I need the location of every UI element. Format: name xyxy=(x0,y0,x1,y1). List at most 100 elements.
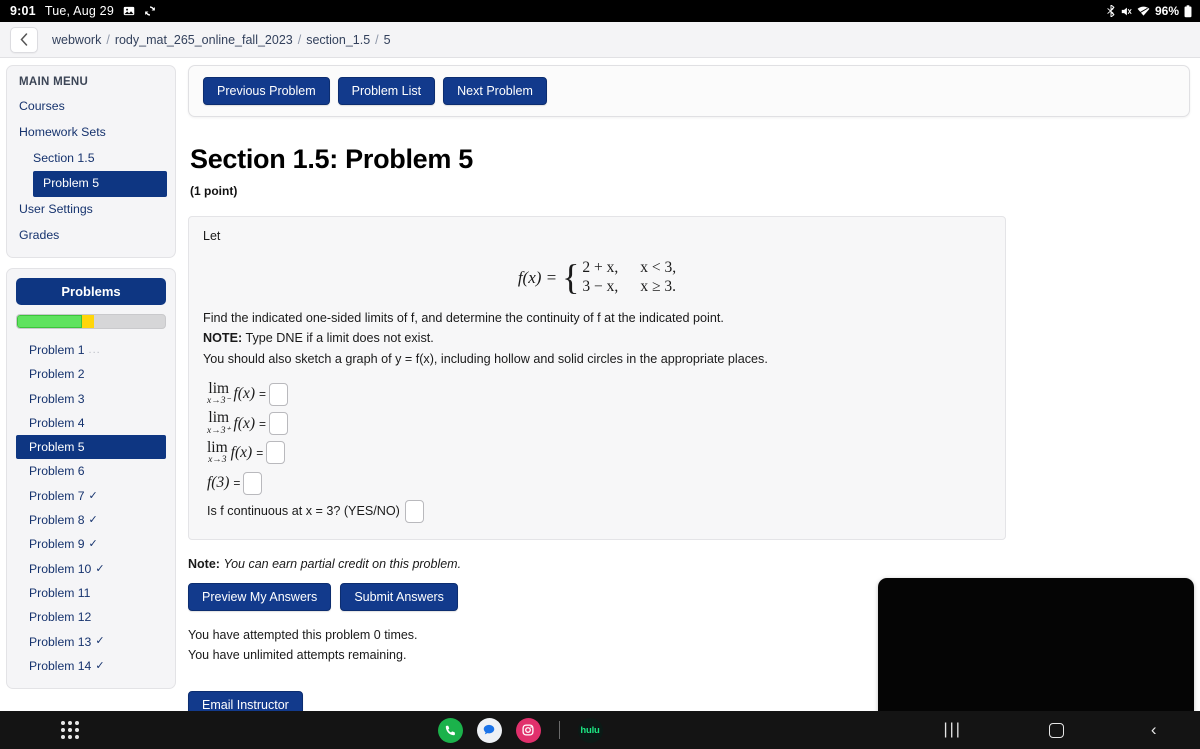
breadcrumb-item-2[interactable]: section_1.5 xyxy=(306,33,370,47)
sidebar-item-problem-5[interactable]: Problem 5 xyxy=(33,171,167,198)
main-menu-heading: MAIN MENU xyxy=(19,76,89,88)
points-label: (1 point) xyxy=(190,184,238,198)
sidebar-item-courses[interactable]: Courses xyxy=(7,94,175,120)
hulu-icon[interactable]: hulu xyxy=(577,717,603,743)
app-drawer-button[interactable] xyxy=(0,721,140,739)
problem-list: Problem 1 ... Problem 2 Problem 3 Proble… xyxy=(16,338,166,678)
recents-icon[interactable]: ||| xyxy=(943,721,961,739)
problem-status-dots: ... xyxy=(88,343,101,356)
limit-operator: lim x→3 xyxy=(207,438,228,466)
android-navigation-bar: ||| ‹ xyxy=(900,720,1200,740)
equals-sign: = xyxy=(256,445,264,460)
breadcrumb-item-3[interactable]: 5 xyxy=(384,33,391,47)
instagram-icon[interactable] xyxy=(515,717,541,743)
equals-sign: = xyxy=(259,416,267,431)
bluetooth-icon xyxy=(1106,5,1116,17)
problem-link-label: Problem 12 xyxy=(29,610,92,625)
phone-icon[interactable] xyxy=(437,717,463,743)
list-item[interactable]: Problem 13 ✓ xyxy=(16,630,166,654)
previous-problem-button[interactable]: Previous Problem xyxy=(203,77,330,105)
back-icon[interactable]: ‹ xyxy=(1151,720,1157,740)
answer-input-limit-two-sided[interactable] xyxy=(266,441,286,465)
list-item[interactable]: Problem 4 xyxy=(16,411,166,435)
next-problem-button[interactable]: Next Problem xyxy=(443,77,547,105)
case-2-value: 3 − x, xyxy=(582,278,619,295)
breadcrumb-item-1[interactable]: rody_mat_265_online_fall_2023 xyxy=(115,33,293,47)
breadcrumb-separator: / xyxy=(375,32,379,47)
problem-link-label: Problem 10 xyxy=(29,561,92,576)
problem-list-button[interactable]: Problem List xyxy=(337,77,436,105)
mute-icon xyxy=(1121,6,1132,17)
list-item[interactable]: Problem 2 xyxy=(16,362,166,386)
progress-segment-partial xyxy=(82,314,94,328)
limit-function: f(x) xyxy=(233,414,255,432)
list-item-active[interactable]: Problem 5 xyxy=(16,435,166,460)
list-item[interactable]: Problem 10 ✓ xyxy=(16,557,166,581)
limit-function: f(x) xyxy=(230,443,253,461)
piecewise-function: f(x) = { 2 + x, x < 3, 3 − x, x ≥ 3. xyxy=(203,247,991,308)
breadcrumb-item-0[interactable]: webwork xyxy=(52,33,101,47)
problem-link-label: Problem 1 xyxy=(29,342,85,357)
problem-statement-card: Let f(x) = { 2 + x, x < 3, 3 − x, x ≥ 3.… xyxy=(188,216,1006,540)
problem-link-label: Problem 11 xyxy=(29,585,91,600)
list-item[interactable]: Problem 12 xyxy=(16,605,166,629)
problem-link-label: Problem 14 xyxy=(29,658,92,673)
breadcrumb-separator: / xyxy=(297,32,302,47)
sidebar-item-section-1-5[interactable]: Section 1.5 xyxy=(7,146,175,172)
android-status-bar: 9:01 Tue, Aug 29 96% xyxy=(0,0,1200,22)
preview-answers-button[interactable]: Preview My Answers xyxy=(188,582,332,611)
check-icon: ✓ xyxy=(88,538,98,551)
sidebar-item-homework-sets[interactable]: Homework Sets xyxy=(7,120,175,146)
answer-input-f3[interactable] xyxy=(243,471,263,495)
sidebar-item-grades[interactable]: Grades xyxy=(7,223,175,249)
problem-link-label: Problem 7 xyxy=(29,488,85,503)
limit-subscript: x→3⁺ xyxy=(207,425,231,436)
note-text: Type DNE if a limit does not exist. xyxy=(245,331,434,346)
case-2-condition: x ≥ 3. xyxy=(640,278,677,295)
problem-link-label: Problem 13 xyxy=(29,634,92,649)
home-icon[interactable] xyxy=(1048,722,1064,738)
answer-input-limit-right[interactable] xyxy=(269,412,289,436)
list-item[interactable]: Problem 11 xyxy=(16,581,166,605)
list-item[interactable]: Problem 3 xyxy=(16,387,166,411)
answer-input-limit-left[interactable] xyxy=(269,382,289,406)
submit-answers-button[interactable]: Submit Answers xyxy=(340,582,458,611)
brace-icon: { xyxy=(562,256,580,297)
battery-icon xyxy=(1184,4,1192,18)
continuity-row: Is f continuous at x = 3? (YES/NO) xyxy=(207,499,991,523)
sidebar-item-user-settings[interactable]: User Settings xyxy=(7,197,175,223)
status-date: Tue, Aug 29 xyxy=(44,4,114,18)
instruction-text: Find the indicated one-sided limits of f… xyxy=(203,311,724,325)
messages-icon[interactable] xyxy=(476,717,502,743)
browser-breadcrumb-bar: webwork / rody_mat_265_online_fall_2023 … xyxy=(0,22,1200,58)
list-item[interactable]: Problem 8 ✓ xyxy=(16,508,166,532)
problems-header-button[interactable]: Problems xyxy=(16,277,166,305)
breadcrumb: webwork / rody_mat_265_online_fall_2023 … xyxy=(52,33,391,47)
limit-row-left: lim x→3⁻ f(x) = xyxy=(207,380,991,407)
status-bar-right: 96% xyxy=(1106,4,1192,18)
f3-label: f(3) xyxy=(207,474,230,492)
answer-input-continuity[interactable] xyxy=(404,499,424,523)
answer-fields: lim x→3⁻ f(x) = lim x→3⁺ f(x) = lim x→3 … xyxy=(203,380,991,523)
limit-operator: lim x→3⁻ xyxy=(207,380,230,407)
sidebar: MAIN MENU Courses Homework Sets Section … xyxy=(0,58,182,711)
app-drawer-icon xyxy=(61,721,79,739)
limit-lim-label: lim xyxy=(207,438,228,456)
list-item[interactable]: Problem 14 ✓ xyxy=(16,654,166,678)
list-item[interactable]: Problem 9 ✓ xyxy=(16,532,166,556)
partial-credit-note: Note: You can earn partial credit on thi… xyxy=(188,557,1190,571)
list-item[interactable]: Problem 6 xyxy=(16,459,166,483)
wifi-icon xyxy=(1137,6,1150,17)
list-item[interactable]: Problem 1 ... xyxy=(16,338,166,362)
equals-sign: = xyxy=(233,476,241,491)
problem-link-label: Problem 3 xyxy=(29,391,85,406)
limit-lim-label: lim xyxy=(208,380,230,398)
image-icon xyxy=(123,5,135,17)
browser-back-button[interactable] xyxy=(10,26,38,53)
list-item[interactable]: Problem 7 ✓ xyxy=(16,484,166,508)
progress-bar xyxy=(16,313,166,329)
problem-link-label: Problem 2 xyxy=(29,367,85,382)
taskbar-divider xyxy=(558,721,560,739)
tablet-screen: 9:01 Tue, Aug 29 96% webwork / rody_mat_… xyxy=(0,0,1200,749)
problems-card: Problems Problem 1 ... Problem 2 Problem… xyxy=(6,267,176,690)
